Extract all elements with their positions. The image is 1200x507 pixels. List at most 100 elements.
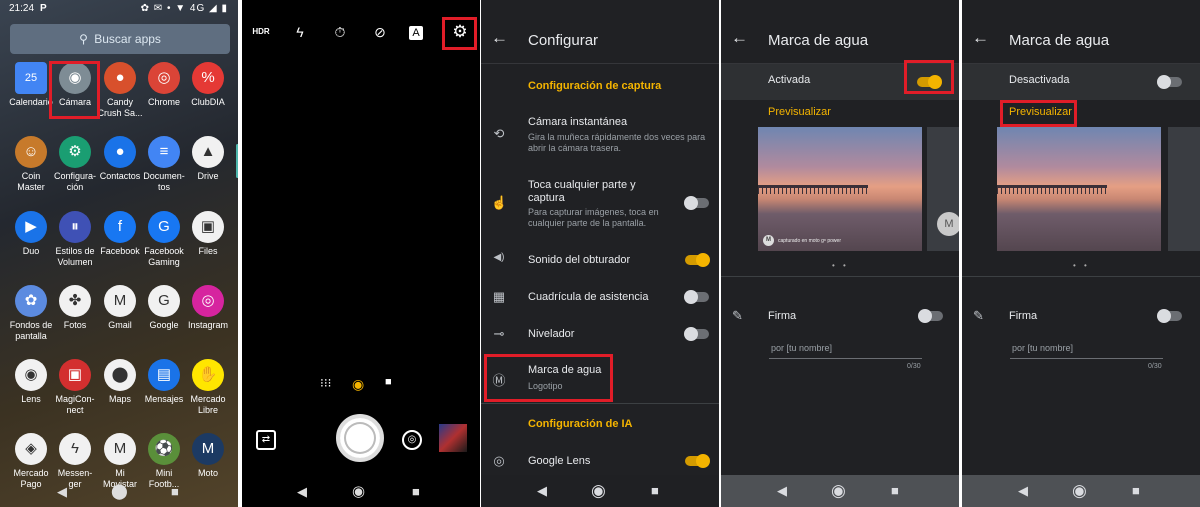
- video-mode-icon[interactable]: ■: [385, 376, 392, 388]
- shutter-sound-toggle[interactable]: [685, 253, 710, 267]
- page-title: Marca de agua: [1009, 32, 1110, 49]
- preview-image[interactable]: Mcapturado en moto g⁸ power: [758, 127, 922, 251]
- photo-mode-icon[interactable]: ◉: [352, 376, 364, 393]
- setting-title: Sonido del obturador: [528, 254, 631, 266]
- app-instagram[interactable]: ◎ Instagram: [184, 285, 232, 331]
- google-lens-toggle[interactable]: [685, 454, 710, 468]
- chrome-icon: ◎: [148, 62, 180, 94]
- app-wallpapers[interactable]: ✿ Fondos de pantalla: [7, 285, 55, 342]
- app-google[interactable]: G Google: [140, 285, 188, 331]
- setting-google-lens[interactable]: ◎ Google Lens: [481, 453, 719, 473]
- back-arrow-icon[interactable]: ←: [731, 28, 748, 48]
- page-title: Configurar: [528, 32, 599, 49]
- app-coin-master[interactable]: ☺ Coin Master: [7, 136, 55, 193]
- recent-apps-icon[interactable]: ■: [651, 475, 659, 507]
- setting-shutter-sound[interactable]: ◀) Sonido del obturador: [481, 252, 719, 272]
- timer-icon[interactable]: ⏱: [329, 24, 351, 41]
- grid-toggle[interactable]: [684, 290, 709, 304]
- tap-capture-toggle[interactable]: [684, 196, 709, 210]
- home-icon[interactable]: ◉: [591, 475, 606, 507]
- home-icon[interactable]: ◉: [831, 475, 846, 507]
- leveler-toggle[interactable]: [684, 327, 709, 341]
- setting-instant-camera[interactable]: ⟲ Cámara instantánea Gira la muñeca rápi…: [481, 114, 719, 160]
- back-icon[interactable]: ◀: [297, 477, 307, 507]
- app-maps[interactable]: ⬤ Maps: [96, 359, 144, 405]
- signature-label: Firma: [1009, 310, 1038, 322]
- app-docs[interactable]: ≡ Documen- tos: [140, 136, 188, 193]
- pager-dots: • •: [1073, 261, 1090, 270]
- home-icon[interactable]: ◉: [352, 477, 365, 507]
- shutter-button[interactable]: [336, 414, 384, 462]
- coin-master-icon: ☺: [15, 136, 47, 168]
- setting-grid-assist[interactable]: ▦ Cuadrícula de asistencia: [481, 289, 719, 309]
- gallery-thumbnail[interactable]: [439, 424, 467, 452]
- drive-icon: ▲: [192, 136, 224, 168]
- movistar-icon: M: [104, 433, 136, 465]
- app-messages[interactable]: ▤ Mensajes: [140, 359, 188, 405]
- app-duo[interactable]: ▶ Duo: [7, 211, 55, 257]
- app-settings[interactable]: ⚙ Configura- ción: [51, 136, 99, 193]
- next-preview-card[interactable]: [1168, 127, 1200, 251]
- app-chrome[interactable]: ◎ Chrome: [140, 62, 188, 108]
- grid-mode-icon[interactable]: ⁝⁝⁝: [320, 376, 331, 390]
- app-magiconnect[interactable]: ▣ MagiCon- nect: [51, 359, 99, 416]
- app-volume-styles[interactable]: ⏸ Estilos de Volumen: [51, 211, 99, 268]
- flash-icon[interactable]: ϟ: [289, 24, 311, 40]
- recent-apps-icon[interactable]: ■: [891, 475, 899, 507]
- calendar-icon: 25: [15, 62, 47, 94]
- app-calendar[interactable]: 25 Calendario: [7, 62, 55, 108]
- signature-toggle[interactable]: [918, 309, 943, 323]
- section-ia-heading: Configuración de IA: [528, 418, 633, 430]
- switch-camera-button[interactable]: ⇄: [256, 430, 276, 450]
- app-contacts[interactable]: ● Contactos: [96, 136, 144, 182]
- recent-apps-icon[interactable]: ■: [1132, 475, 1140, 507]
- app-label: Facebook Gaming: [144, 246, 184, 267]
- home-icon[interactable]: ⬤: [111, 477, 128, 507]
- signature-input[interactable]: por [tu nombre]: [1010, 343, 1163, 359]
- app-clubdia[interactable]: % ClubDIA: [184, 62, 232, 108]
- back-icon[interactable]: ◀: [777, 475, 787, 507]
- back-icon[interactable]: ◀: [1018, 475, 1028, 507]
- search-apps-input[interactable]: ⚲ Buscar apps: [10, 24, 230, 54]
- hdr-icon[interactable]: HDR: [250, 27, 272, 36]
- app-gmail[interactable]: M Gmail: [96, 285, 144, 331]
- pencil-icon: ✎: [732, 308, 743, 323]
- watermark-status-row[interactable]: Desactivada: [962, 64, 1200, 100]
- signature-input[interactable]: por [tu nombre]: [769, 343, 922, 359]
- scrollbar[interactable]: [236, 144, 238, 178]
- app-files[interactable]: ▣ Files: [184, 211, 232, 257]
- app-drive[interactable]: ▲ Drive: [184, 136, 232, 182]
- home-icon[interactable]: ◉: [1072, 475, 1087, 507]
- app-moto[interactable]: M Moto: [184, 433, 232, 479]
- mercado-pago-icon: ◈: [15, 433, 47, 465]
- signature-toggle[interactable]: [1157, 309, 1182, 323]
- messages-icon: ▤: [148, 359, 180, 391]
- app-label: Candy Crush Sa...: [97, 97, 143, 118]
- next-preview-card[interactable]: M: [927, 127, 959, 251]
- filter-off-icon[interactable]: ⊘: [369, 24, 391, 41]
- clubdia-icon: %: [192, 62, 224, 94]
- app-lens[interactable]: ◉ Lens: [7, 359, 55, 405]
- watermark-toggle[interactable]: [1157, 75, 1182, 89]
- divider: [481, 403, 719, 404]
- recent-apps-icon[interactable]: ■: [412, 477, 420, 507]
- watermark-status-label: Desactivada: [1009, 74, 1070, 86]
- preview-image[interactable]: [997, 127, 1161, 251]
- app-candy[interactable]: ● Candy Crush Sa...: [96, 62, 144, 119]
- preview-highlight: [1000, 100, 1077, 127]
- back-arrow-icon[interactable]: ←: [491, 28, 508, 48]
- lens-button[interactable]: ◎: [402, 430, 422, 450]
- setting-tap-to-capture[interactable]: ☝ Toca cualquier parte y captura Para ca…: [481, 177, 719, 235]
- back-arrow-icon[interactable]: ←: [972, 28, 989, 48]
- app-facebook[interactable]: f Facebook: [96, 211, 144, 257]
- app-photos[interactable]: ✤ Fotos: [51, 285, 99, 331]
- setting-leveler[interactable]: ⊸ Nivelador: [481, 326, 719, 346]
- app-facebook-gaming[interactable]: G Facebook Gaming: [140, 211, 188, 268]
- auto-mode-icon[interactable]: A: [409, 26, 423, 40]
- navigation-bar: ◀ ◉ ■: [721, 475, 959, 507]
- recent-apps-icon[interactable]: ■: [171, 477, 179, 507]
- back-icon[interactable]: ◀: [537, 475, 547, 507]
- app-mercado-libre[interactable]: ✋ Mercado Libre: [184, 359, 232, 416]
- back-icon[interactable]: ◀: [57, 477, 67, 507]
- page-title: Marca de agua: [768, 32, 869, 49]
